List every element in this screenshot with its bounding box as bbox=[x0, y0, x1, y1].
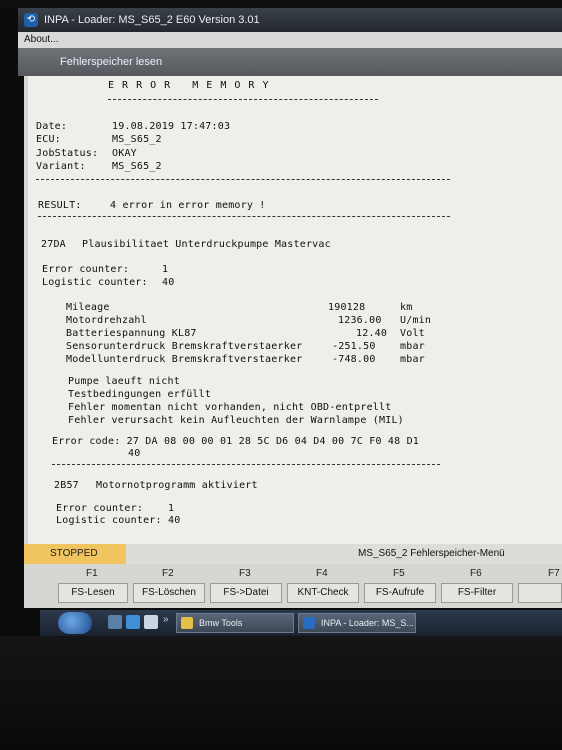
error-code-line-2: 40 bbox=[128, 448, 141, 459]
menu-title: MS_S65_2 Fehlerspeicher-Menü bbox=[358, 548, 505, 559]
fkey-label-f6: F6 bbox=[470, 568, 482, 579]
result-label: RESULT: bbox=[38, 200, 82, 211]
env-value: 1236.00 bbox=[338, 315, 382, 326]
note-line: Fehler verursacht kein Aufleuchten der W… bbox=[68, 415, 404, 426]
error-code-line: Error code: 27 DA 08 00 00 01 28 5C D6 0… bbox=[52, 436, 420, 447]
error-2-counter-value: 1 bbox=[168, 503, 175, 514]
taskbar-item-label: Bmw Tools bbox=[199, 618, 243, 628]
env-unit: mbar bbox=[400, 354, 425, 365]
app-icon: ⟲ bbox=[24, 13, 38, 27]
env-name: Motordrehzahl bbox=[66, 315, 147, 326]
date-label: Date: bbox=[36, 121, 68, 132]
taskbar-item-label: INPA - Loader: MS_S... bbox=[321, 618, 414, 628]
window-title: INPA - Loader: MS_S65_2 E60 Version 3.01 bbox=[44, 14, 260, 26]
status-badge: STOPPED bbox=[24, 544, 126, 564]
error-1-code: 27DA bbox=[41, 239, 66, 250]
error-2-logistic-value: 40 bbox=[168, 515, 181, 526]
env-value: 12.40 bbox=[356, 328, 388, 339]
f7-button[interactable] bbox=[518, 583, 562, 603]
error-1-logistic-value: 40 bbox=[162, 277, 175, 288]
ecu-label: ECU: bbox=[36, 134, 61, 145]
note-line: Testbedingungen erfüllt bbox=[68, 389, 212, 400]
fs-aufrufe-button[interactable]: FS-Aufrufe bbox=[364, 583, 436, 603]
status-text: STOPPED bbox=[50, 548, 98, 559]
menu-about[interactable]: About... bbox=[24, 34, 58, 45]
fkey-label-f3: F3 bbox=[239, 568, 251, 579]
env-unit: km bbox=[400, 302, 413, 313]
report-heading: E R R O R M E M O R Y bbox=[108, 80, 270, 91]
fs-lesen-button[interactable]: FS-Lesen bbox=[58, 583, 128, 603]
result-value: 4 error in error memory ! bbox=[110, 200, 266, 211]
fs-loeschen-button[interactable]: FS-Löschen bbox=[133, 583, 205, 603]
env-name: Modellunterdruck Bremskraftverstaerker bbox=[66, 354, 303, 365]
variant-value: MS_S65_2 bbox=[112, 161, 162, 172]
report-panel[interactable]: E R R O R M E M O R Y Date: 19.08.2019 1… bbox=[24, 76, 562, 544]
divider bbox=[36, 179, 450, 180]
taskbar-item-bmw-tools[interactable]: Bmw Tools bbox=[176, 613, 294, 633]
fs-datei-button[interactable]: FS->Datei bbox=[210, 583, 282, 603]
env-value: -748.00 bbox=[332, 354, 376, 365]
fkey-label-f7: F7 bbox=[548, 568, 560, 579]
knt-check-button[interactable]: KNT-Check bbox=[287, 583, 359, 603]
show-desktop-icon[interactable] bbox=[108, 615, 122, 629]
error-1-counter-label: Error counter: bbox=[42, 264, 130, 275]
error-2-logistic-label: Logistic counter: bbox=[56, 515, 162, 526]
error-2-code: 2B57 bbox=[54, 480, 79, 491]
env-unit: mbar bbox=[400, 341, 425, 352]
divider bbox=[38, 216, 450, 217]
fs-filter-button[interactable]: FS-Filter bbox=[441, 583, 513, 603]
window-titlebar[interactable]: ⟲ INPA - Loader: MS_S65_2 E60 Version 3.… bbox=[18, 8, 562, 32]
note-line: Pumpe laeuft nicht bbox=[68, 376, 180, 387]
divider bbox=[52, 464, 440, 465]
section-header: Fehlerspeicher lesen bbox=[18, 48, 562, 76]
note-line: Fehler momentan nicht vorhanden, nicht O… bbox=[68, 402, 392, 413]
folder-icon bbox=[181, 617, 193, 629]
error-1-counter-value: 1 bbox=[162, 264, 169, 275]
fkey-label-f1: F1 bbox=[86, 568, 98, 579]
env-name: Batteriespannung KL87 bbox=[66, 328, 197, 339]
heading-divider bbox=[108, 99, 378, 100]
jobstatus-label: JobStatus: bbox=[36, 148, 99, 159]
fkey-label-f4: F4 bbox=[316, 568, 328, 579]
env-value: -251.50 bbox=[332, 341, 376, 352]
fkey-label-f5: F5 bbox=[393, 568, 405, 579]
jobstatus-value: OKAY bbox=[112, 148, 137, 159]
taskbar-item-inpa[interactable]: INPA - Loader: MS_S... bbox=[298, 613, 416, 633]
menu-bar: About... bbox=[18, 32, 562, 48]
error-1-logistic-label: Logistic counter: bbox=[42, 277, 148, 288]
error-2-counter-label: Error counter: bbox=[56, 503, 144, 514]
quicklaunch-overflow-icon[interactable]: » bbox=[163, 614, 169, 625]
env-unit: Volt bbox=[400, 328, 425, 339]
app-shortcut-icon[interactable] bbox=[144, 615, 158, 629]
env-value: 190128 bbox=[328, 302, 366, 313]
error-2-text: Motornotprogramm aktiviert bbox=[96, 480, 258, 491]
start-button-icon[interactable] bbox=[58, 612, 92, 634]
env-name: Mileage bbox=[66, 302, 110, 313]
section-title: Fehlerspeicher lesen bbox=[60, 56, 163, 68]
ecu-value: MS_S65_2 bbox=[112, 134, 162, 145]
fkey-label-f2: F2 bbox=[162, 568, 174, 579]
monitor-bezel-top bbox=[0, 0, 562, 8]
date-value: 19.08.2019 17:47:03 bbox=[112, 121, 231, 132]
env-unit: U/min bbox=[400, 315, 432, 326]
error-1-text: Plausibilitaet Unterdruckpumpe Mastervac bbox=[82, 239, 331, 250]
monitor-bezel-bottom bbox=[0, 636, 562, 750]
browser-icon[interactable] bbox=[126, 615, 140, 629]
inpa-icon bbox=[303, 617, 315, 629]
variant-label: Variant: bbox=[36, 161, 86, 172]
env-name: Sensorunterdruck Bremskraftverstaerker bbox=[66, 341, 303, 352]
